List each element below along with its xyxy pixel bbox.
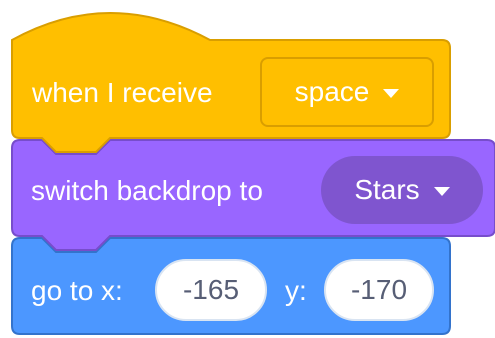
caret-down-icon: [383, 88, 400, 98]
backdrop-dropdown[interactable]: Stars: [321, 156, 483, 224]
script-stack: when I receive space switch backdrop to …: [0, 0, 495, 338]
x-coordinate-input[interactable]: -165: [155, 259, 267, 321]
switch-backdrop-label: switch backdrop to: [31, 175, 263, 206]
y-coordinate-input[interactable]: -170: [324, 259, 434, 321]
y-label: y:: [285, 275, 307, 306]
caret-down-icon: [433, 186, 450, 196]
broadcast-message-value: space: [294, 76, 370, 107]
backdrop-value: Stars: [354, 174, 420, 205]
when-i-receive-label: when I receive: [32, 77, 213, 108]
broadcast-message-dropdown[interactable]: space: [260, 57, 434, 127]
go-to-x-label: go to x:: [31, 275, 123, 306]
